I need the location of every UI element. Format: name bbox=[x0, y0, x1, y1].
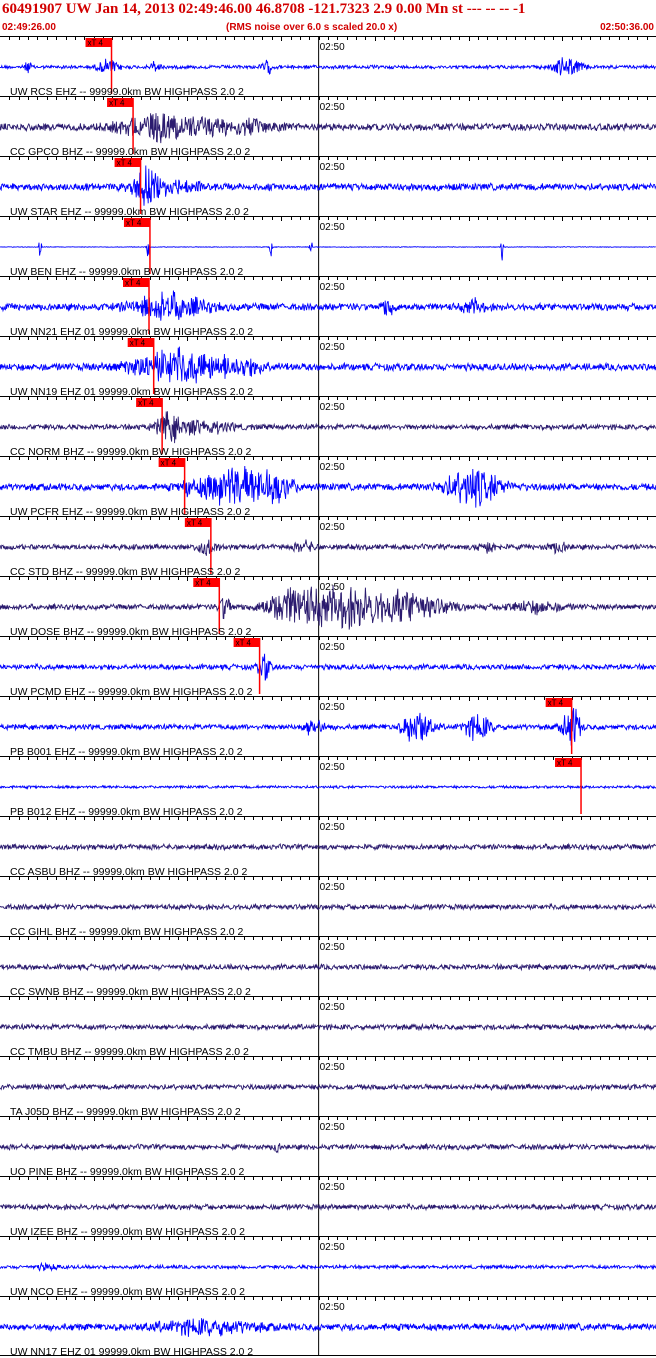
minute-marker-label: 02:50 bbox=[320, 1182, 345, 1193]
trace-panel: 02:50TA J05D BHZ -- 99999.0km BW HIGHPAS… bbox=[0, 1056, 656, 1118]
minute-marker-label: 02:50 bbox=[320, 102, 345, 113]
minute-marker-label: 02:50 bbox=[320, 222, 345, 233]
trace-panel: 02:50UO PINE BHZ -- 99999.0km BW HIGHPAS… bbox=[0, 1116, 656, 1178]
waveform-trace bbox=[0, 708, 656, 746]
minute-marker-label: 02:50 bbox=[320, 582, 345, 593]
minute-marker-label: 02:50 bbox=[320, 42, 345, 53]
minute-marker-label: 02:50 bbox=[320, 162, 345, 173]
pick-label: xT 4 bbox=[161, 459, 177, 468]
minute-marker-label: 02:50 bbox=[320, 822, 345, 833]
minute-marker-label: 02:50 bbox=[320, 522, 345, 533]
minute-marker-label: 02:50 bbox=[320, 1302, 345, 1313]
trace-panel: 02:50 xT 4PB B001 EHZ -- 99999.0km BW HIG… bbox=[0, 696, 656, 758]
rms-note: (RMS noise over 6.0 s scaled 20.0 x) bbox=[226, 22, 398, 33]
trace-panel: 02:50 xT 4PB B012 EHZ -- 99999.0km BW HIG… bbox=[0, 756, 656, 818]
minute-marker-label: 02:50 bbox=[320, 1122, 345, 1133]
trace-panel: 02:50CC GIHL BHZ -- 99999.0km BW HIGHPAS… bbox=[0, 876, 656, 938]
minute-marker-label: 02:50 bbox=[320, 462, 345, 473]
trace-panel: 02:50xT 4CC NORM BHZ -- 99999.0km BW HIG… bbox=[0, 396, 656, 458]
minute-marker-label: 02:50 bbox=[320, 942, 345, 953]
waveform-trace bbox=[0, 411, 656, 444]
waveform-trace bbox=[0, 784, 656, 791]
trace-panel: 02:50xT 4UW DOSE BHZ -- 99999.0km BW HIG… bbox=[0, 576, 656, 638]
pick-label: xT 4 bbox=[88, 39, 104, 48]
minute-marker-label: 02:50 bbox=[320, 282, 345, 293]
header: 60491907 UW Jan 14, 2013 02:49:46.00 46.… bbox=[0, 0, 656, 36]
waveform-trace bbox=[0, 1082, 656, 1092]
trace-panel: 02:50CC ASBU BHZ -- 99999.0km BW HIGHPAS… bbox=[0, 816, 656, 878]
trace-panel: 02:50xT 4UW BEN EHZ -- 99999.0km BW HIGH… bbox=[0, 216, 656, 278]
pick-label: xT 4 bbox=[557, 759, 573, 768]
waveform-trace bbox=[0, 113, 656, 144]
waveform-trace bbox=[0, 290, 656, 321]
waveform-trace bbox=[0, 962, 656, 972]
pick-label: xT 4 bbox=[138, 399, 154, 408]
minute-marker-label: 02:50 bbox=[320, 342, 345, 353]
minute-marker-label: 02:50 bbox=[320, 1062, 345, 1073]
end-time: 02:50:36.00 bbox=[600, 22, 654, 33]
trace-panel: 02:50xT 4UW RCS EHZ -- 99999.0km BW HIGH… bbox=[0, 36, 656, 98]
event-title: 60491907 UW Jan 14, 2013 02:49:46.00 46.… bbox=[2, 1, 526, 17]
minute-marker-label: 02:50 bbox=[320, 1242, 345, 1253]
pick-label: xT 4 bbox=[548, 699, 564, 708]
trace-label: UW NN17 EHZ 01 99999.0km BW HIGHPASS 2.0… bbox=[10, 1346, 253, 1358]
waveform-trace bbox=[0, 902, 656, 912]
minute-marker-label: 02:50 bbox=[320, 402, 345, 413]
pick-label: xT 4 bbox=[187, 519, 203, 528]
waveform-trace bbox=[0, 57, 656, 76]
trace-panel: 02:50xT 4UW PCMD EHZ -- 99999.0km BW HIG… bbox=[0, 636, 656, 698]
waveform-trace bbox=[0, 653, 656, 681]
minute-marker-label: 02:50 bbox=[320, 1002, 345, 1013]
minute-marker-label: 02:50 bbox=[320, 702, 345, 713]
minute-marker-label: 02:50 bbox=[320, 762, 345, 773]
trace-panel: 02:50CC SWNB BHZ -- 99999.0km BW HIGHPAS… bbox=[0, 936, 656, 998]
trace-panel: 02:50xT 4UW NN19 EHZ 01 99999.0km BW HIG… bbox=[0, 336, 656, 398]
trace-panel: 02:50 UW NN17 EHZ 01 99999.0km BW HIGHPAS… bbox=[0, 1296, 656, 1358]
trace-panel: 02:50CC TMBU BHZ -- 99999.0km BW HIGHPAS… bbox=[0, 996, 656, 1058]
pick-label: xT 4 bbox=[125, 279, 141, 288]
minute-marker-label: 02:50 bbox=[320, 642, 345, 653]
pick-label: xT 4 bbox=[236, 639, 252, 648]
waveform-trace bbox=[0, 242, 656, 261]
minute-marker-label: 02:50 bbox=[320, 882, 345, 893]
pick-label: xT 4 bbox=[130, 339, 146, 348]
seismogram-plot: 02:50xT 4UW RCS EHZ -- 99999.0km BW HIGH… bbox=[0, 36, 656, 1358]
trace-panel: 02:50xT 4CC STD BHZ -- 99999.0km BW HIGH… bbox=[0, 516, 656, 578]
trace-panel: 02:50UW IZEE BHZ -- 99999.0km BW HIGHPAS… bbox=[0, 1176, 656, 1238]
waveform-trace bbox=[0, 539, 656, 556]
trace-panel: 02:50xT 4UW NN21 EHZ 01 99999.0km BW HIG… bbox=[0, 276, 656, 338]
trace-panel: 02:50UW NCO EHZ -- 99999.0km BW HIGHPASS… bbox=[0, 1236, 656, 1298]
trace-panel: 02:50xT 4UW PCFR EHZ -- 99999.0km BW HIG… bbox=[0, 456, 656, 518]
trace-panel: 02:50xT 4UW STAR EHZ -- 99999.0km BW HIG… bbox=[0, 156, 656, 218]
pick-label: xT 4 bbox=[126, 219, 142, 228]
waveform-trace bbox=[0, 1142, 656, 1154]
waveform-trace bbox=[0, 1261, 656, 1272]
pick-label: xT 4 bbox=[195, 579, 211, 588]
start-time: 02:49:26.00 bbox=[2, 22, 56, 33]
pick-label: xT 4 bbox=[109, 99, 125, 108]
waveform-trace bbox=[0, 842, 656, 852]
waveform-trace bbox=[0, 1318, 656, 1337]
waveform-trace bbox=[0, 1202, 656, 1212]
pick-label: xT 4 bbox=[117, 159, 133, 168]
waveform-trace bbox=[0, 1022, 656, 1032]
trace-panel: 02:50xT 4CC GPCO BHZ -- 99999.0km BW HIG… bbox=[0, 96, 656, 158]
